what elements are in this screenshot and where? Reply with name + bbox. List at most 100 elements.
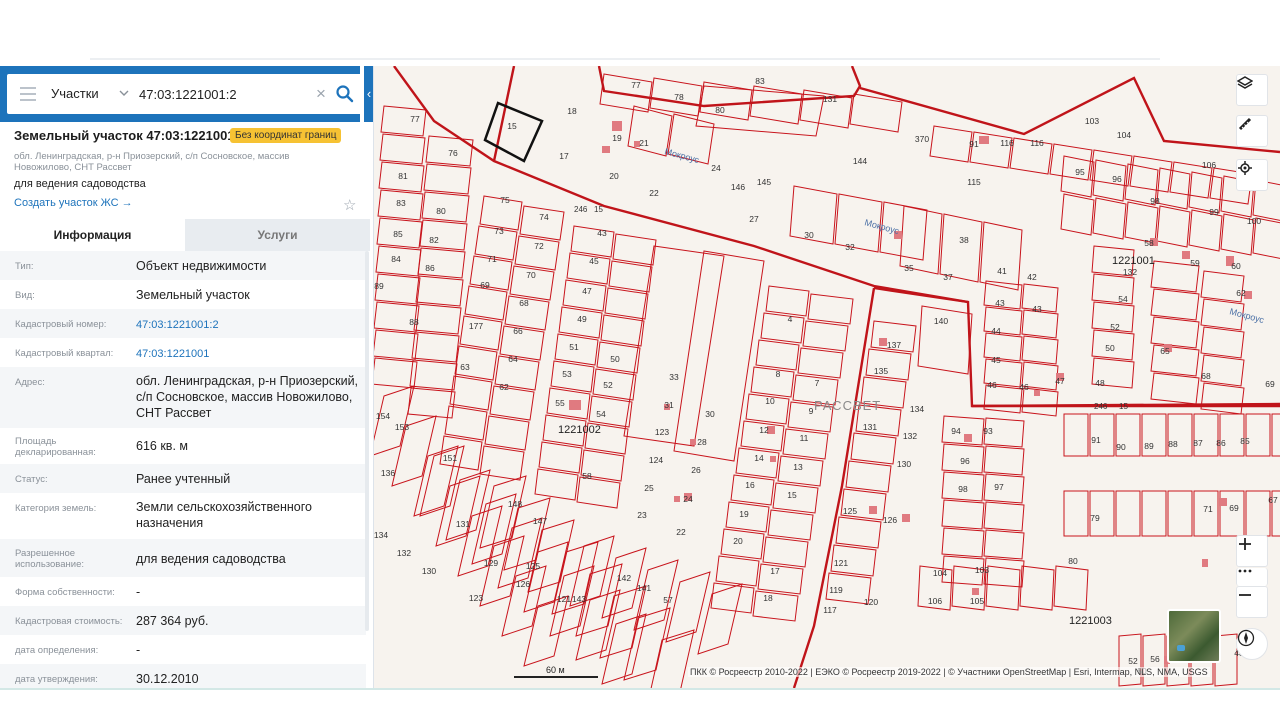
parcel-boundary[interactable] (849, 93, 903, 133)
parcel-boundary[interactable] (941, 415, 985, 446)
parcel-boundary[interactable] (1063, 490, 1089, 537)
cadastral-number-link[interactable]: 47:03:1221001:2 (136, 317, 361, 333)
parcel-boundary[interactable] (1200, 382, 1245, 415)
parcel-boundary[interactable] (464, 285, 508, 321)
parcel-boundary[interactable] (1219, 490, 1245, 537)
panel-scrollbar[interactable] (365, 251, 369, 631)
parcel-boundary[interactable] (985, 565, 1021, 611)
clear-icon[interactable]: × (316, 85, 326, 102)
parcel-boundary[interactable] (411, 331, 460, 363)
layers-button[interactable] (1236, 74, 1268, 106)
parcel-boundary[interactable] (612, 233, 657, 266)
more-button[interactable] (1236, 568, 1268, 586)
parcel-boundary[interactable] (1219, 413, 1245, 457)
parcel-boundary[interactable] (423, 163, 472, 195)
parcel-boundary[interactable] (983, 445, 1025, 476)
parcel-boundary[interactable] (1150, 344, 1200, 377)
create-link-label[interactable]: Создать участок ЖС (14, 197, 119, 209)
parcel-boundary[interactable] (1053, 565, 1089, 611)
parcel-boundary[interactable] (1141, 490, 1167, 537)
compass-button[interactable] (1236, 628, 1268, 660)
satellite-basemap-thumbnail[interactable] (1167, 609, 1221, 663)
parcel-boundary[interactable] (983, 473, 1025, 504)
parcel-boundary[interactable] (865, 348, 912, 381)
parcel-boundary[interactable] (419, 219, 468, 251)
chevron-down-icon[interactable] (119, 88, 129, 98)
parcel-boundary[interactable] (1150, 372, 1200, 405)
search-input[interactable] (139, 83, 309, 105)
map-canvas[interactable]: 77788083131144370 91 116 116103104959610698… (374, 66, 1280, 688)
cadastral-quarter-link[interactable]: 47:03:1221001 (136, 346, 361, 362)
parcel-boundary[interactable] (941, 499, 985, 530)
parcel-boundary[interactable] (673, 250, 765, 462)
parcel-boundary[interactable] (1049, 143, 1093, 181)
parcel-boundary[interactable] (762, 536, 809, 568)
parcel-boundary[interactable] (850, 432, 897, 465)
parcel-boundary[interactable] (1021, 309, 1059, 339)
parcel-boundary[interactable] (797, 347, 844, 379)
ruler-button[interactable] (1236, 115, 1268, 147)
tab-information[interactable]: Информация (0, 219, 185, 251)
parcel-boundary[interactable] (1092, 197, 1127, 240)
parcel-boundary[interactable] (550, 360, 595, 393)
parcel-boundary[interactable] (983, 332, 1023, 362)
zoom-out-button[interactable] (1236, 586, 1268, 618)
parcel-boundary[interactable] (802, 320, 849, 352)
parcel-boundary[interactable] (600, 314, 645, 347)
parcel-boundary[interactable] (979, 221, 1023, 291)
parcel-boundary[interactable] (765, 285, 810, 317)
parcel-boundary[interactable] (1156, 167, 1191, 210)
parcel-boundary[interactable] (527, 519, 575, 593)
parcel-boundary[interactable] (374, 329, 419, 361)
parcel-boundary[interactable] (1193, 413, 1219, 457)
tab-services[interactable]: Услуги (185, 219, 370, 251)
parcel-boundary[interactable] (484, 415, 530, 451)
parcel-boundary[interactable] (1021, 335, 1059, 365)
menu-icon[interactable] (20, 87, 36, 101)
parcel-boundary[interactable] (546, 387, 591, 420)
parcel-boundary[interactable] (1129, 155, 1173, 193)
parcel-boundary[interactable] (983, 306, 1023, 336)
parcel-boundary[interactable] (570, 225, 615, 258)
parcel-boundary[interactable] (941, 527, 985, 558)
parcel-boundary[interactable] (1167, 413, 1193, 457)
parcel-boundary[interactable] (449, 375, 493, 411)
cadastral-map[interactable]: 77 78 80 83 131 144 370 91 116 116 103 104 95 96 106 98… (374, 66, 1280, 688)
locate-button[interactable] (1236, 159, 1268, 191)
parcel-boundary[interactable] (1115, 490, 1141, 537)
parcel-boundary[interactable] (1150, 288, 1200, 321)
parcel-boundary[interactable] (534, 468, 579, 501)
parcel-boundary[interactable] (489, 385, 535, 421)
parcel-boundary[interactable] (752, 590, 799, 622)
parcel-boundary[interactable] (1200, 326, 1245, 359)
selected-parcel-outline[interactable] (483, 101, 544, 163)
parcel-boundary[interactable] (983, 529, 1025, 560)
parcel-boundary[interactable] (648, 629, 695, 688)
parcel-boundary[interactable] (929, 125, 973, 163)
parcel-boundary[interactable] (576, 476, 621, 509)
collapse-panel-button[interactable]: ‹ (364, 66, 373, 122)
parcel-boundary[interactable] (523, 595, 569, 667)
search-type-select[interactable]: Участки (51, 86, 99, 101)
parcel-boundary[interactable] (1156, 205, 1191, 248)
parcel-boundary[interactable] (760, 312, 805, 344)
parcel-boundary[interactable] (767, 509, 814, 541)
parcel-boundary[interactable] (599, 73, 653, 113)
parcel-boundary[interactable] (1019, 565, 1055, 611)
parcel-boundary[interactable] (1150, 316, 1200, 349)
parcel-boundary[interactable] (413, 303, 462, 335)
star-icon[interactable]: ☆ (343, 196, 356, 214)
parcel-boundary[interactable] (415, 275, 464, 307)
parcel-boundary[interactable] (1271, 413, 1280, 457)
parcel-boundary[interactable] (1124, 201, 1159, 244)
parcel-boundary[interactable] (444, 405, 488, 441)
parcel-boundary[interactable] (604, 287, 649, 320)
parcel-boundary[interactable] (757, 563, 804, 595)
parcel-boundary[interactable] (501, 565, 547, 637)
parcel-boundary[interactable] (750, 366, 795, 398)
zoom-in-button[interactable] (1236, 535, 1268, 567)
parcel-boundary[interactable] (1245, 413, 1271, 457)
parcel-boundary[interactable] (374, 385, 415, 456)
parcel-boundary[interactable] (807, 293, 854, 325)
parcel-boundary[interactable] (1063, 413, 1089, 457)
